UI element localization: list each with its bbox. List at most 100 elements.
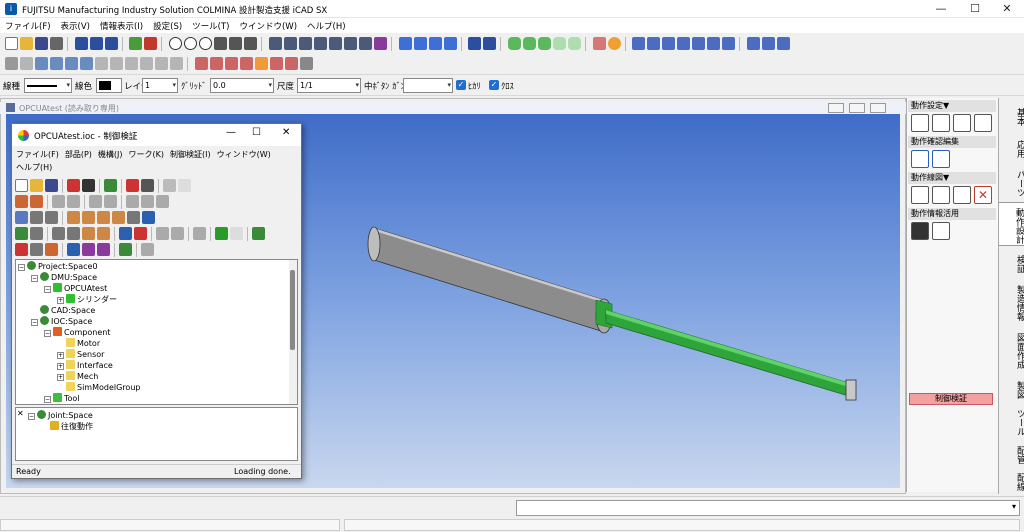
- menu-window[interactable]: ウインドウ(W): [234, 18, 302, 32]
- view-top-icon[interactable]: [328, 37, 342, 50]
- line-icon-1[interactable]: [209, 57, 223, 70]
- dlg-tool-icon-36[interactable]: [30, 243, 43, 256]
- dlg-tool-icon-42[interactable]: [141, 243, 154, 256]
- tab-drawing[interactable]: 図面作成: [999, 326, 1024, 372]
- dialog-maximize-button[interactable]: ☐: [252, 127, 261, 138]
- shade-icon-1[interactable]: [398, 37, 412, 50]
- delete-icon[interactable]: ✕: [974, 186, 992, 204]
- dlg-menu-part[interactable]: 部品(P): [65, 150, 92, 159]
- dlg-tool-icon-11[interactable]: [126, 195, 139, 208]
- tab-applied[interactable]: 応用: [999, 132, 1024, 162]
- dlg-tool-icon-12[interactable]: [141, 195, 154, 208]
- snap-icon-5[interactable]: [95, 57, 108, 70]
- macro-3-icon[interactable]: [677, 37, 691, 50]
- snap-icon-3[interactable]: [65, 57, 78, 70]
- dlg-tool-icon-13[interactable]: [156, 195, 169, 208]
- line-icon-2[interactable]: [224, 57, 238, 70]
- dlg-tool-icon-38[interactable]: [67, 243, 80, 256]
- view-3d-icon[interactable]: [144, 37, 158, 50]
- tree-node[interactable]: + Interface: [57, 360, 113, 371]
- snap-icon-2[interactable]: [50, 57, 63, 70]
- view-iso-icon[interactable]: [358, 37, 372, 50]
- new-file-icon[interactable]: [5, 37, 18, 50]
- rp-icon-8[interactable]: [932, 186, 950, 204]
- collapse-icon[interactable]: −: [44, 330, 51, 337]
- dlg-tool-icon-18[interactable]: [82, 211, 95, 224]
- joint-tree[interactable]: ✕ − Joint:Space 往復動作: [15, 407, 298, 461]
- light-icon[interactable]: [607, 37, 621, 50]
- fit-icon[interactable]: [214, 37, 228, 50]
- snap-icon-8[interactable]: [140, 57, 153, 70]
- macro-4-icon[interactable]: [692, 37, 706, 50]
- dlg-tool-icon-16[interactable]: [45, 211, 58, 224]
- tree-node[interactable]: − Project:Space0: [18, 261, 98, 272]
- menu-file[interactable]: ファイル(F): [0, 18, 56, 32]
- dlg-tool-icon-9[interactable]: [89, 195, 102, 208]
- macro-2-icon[interactable]: [662, 37, 676, 50]
- rp-icon-3[interactable]: [953, 114, 971, 132]
- tab-motion-design[interactable]: 動作設計: [999, 202, 1024, 246]
- layer-icon[interactable]: [592, 37, 606, 50]
- dlg-tool-icon-34[interactable]: [252, 227, 265, 240]
- cylinder-icon-1[interactable]: [507, 37, 521, 50]
- view-back-icon[interactable]: [283, 37, 297, 50]
- dlg-tool-icon-4[interactable]: [141, 179, 154, 192]
- tree-node[interactable]: 位置決めコントローラ: [57, 404, 157, 405]
- dlg-tool-icon-7[interactable]: [52, 195, 65, 208]
- dlg-open-icon[interactable]: [30, 179, 43, 192]
- tab-parts[interactable]: パーツ: [999, 164, 1024, 200]
- rp-section-motion-info[interactable]: 動作情報活用: [908, 208, 996, 220]
- layer-combo[interactable]: 1 ▾: [142, 78, 178, 93]
- shade-icon-4[interactable]: [443, 37, 457, 50]
- undo-icon[interactable]: [468, 37, 482, 50]
- menu-help[interactable]: ヘルプ(H): [302, 18, 351, 32]
- collapse-icon[interactable]: −: [44, 286, 51, 293]
- move-icon[interactable]: [89, 37, 103, 50]
- rp-icon-5[interactable]: [911, 150, 929, 168]
- tree-node[interactable]: + Sensor: [57, 349, 104, 360]
- tab-piping[interactable]: 配管: [999, 440, 1024, 466]
- dlg-binocular-icon[interactable]: [82, 179, 95, 192]
- line-type-combo[interactable]: ▾: [24, 78, 72, 93]
- rp-section-motion-settings[interactable]: 動作設定▼: [908, 100, 996, 112]
- menu-settings[interactable]: 設定(S): [148, 18, 187, 32]
- cylinder-icon-2[interactable]: [522, 37, 536, 50]
- save-icon[interactable]: [35, 37, 48, 50]
- dlg-tool-icon-40[interactable]: [97, 243, 110, 256]
- snap-icon-4[interactable]: [80, 57, 93, 70]
- shade-icon-3[interactable]: [428, 37, 442, 50]
- rp-icon-7[interactable]: [911, 186, 929, 204]
- forward-arrow-icon[interactable]: [104, 37, 118, 50]
- tree-scrollbar[interactable]: [289, 260, 297, 404]
- dlg-tool-icon-30[interactable]: [134, 227, 147, 240]
- macro-6-icon[interactable]: [722, 37, 736, 50]
- pick-icon[interactable]: [5, 57, 18, 70]
- grid-dots-icon[interactable]: [299, 57, 313, 70]
- rp-icon-10[interactable]: [911, 222, 929, 240]
- expand-icon[interactable]: +: [57, 352, 64, 359]
- dlg-tool-icon-27[interactable]: [82, 227, 95, 240]
- dlg-tool-icon-1[interactable]: [67, 179, 80, 192]
- rotate-icon[interactable]: [229, 37, 243, 50]
- macro-m-icon[interactable]: [632, 37, 646, 50]
- dlg-menu-window[interactable]: ウィンドウ(W): [217, 150, 271, 159]
- dlg-menu-work[interactable]: ワーク(K): [129, 150, 165, 159]
- grid-line-icon[interactable]: [284, 57, 298, 70]
- dlg-undo-icon[interactable]: [163, 179, 176, 192]
- dlg-tool-icon-21[interactable]: [127, 211, 140, 224]
- tree-node[interactable]: − IOC:Space: [31, 316, 92, 327]
- dlg-tool-icon-2[interactable]: [104, 179, 117, 192]
- rp-section-motion-diagram[interactable]: 動作線図▼: [908, 172, 996, 184]
- dlg-tool-icon-26[interactable]: [67, 227, 80, 240]
- tree-node[interactable]: SimModelGroup: [57, 382, 140, 393]
- viewport-restore-button[interactable]: [849, 103, 865, 113]
- project-tree[interactable]: − Project:Space0− DMU:Space − OPCUAtest + シリンダ…: [15, 259, 298, 405]
- rp-icon-2[interactable]: [932, 114, 950, 132]
- dlg-tool-icon-24[interactable]: [30, 227, 43, 240]
- dlg-tool-icon-29[interactable]: [119, 227, 132, 240]
- expand-icon[interactable]: +: [57, 374, 64, 381]
- dialog-minimize-button[interactable]: —: [226, 127, 236, 138]
- expand-icon[interactable]: +: [57, 297, 64, 304]
- dlg-tool-icon-19[interactable]: [97, 211, 110, 224]
- cylinder-icon-5[interactable]: [567, 37, 581, 50]
